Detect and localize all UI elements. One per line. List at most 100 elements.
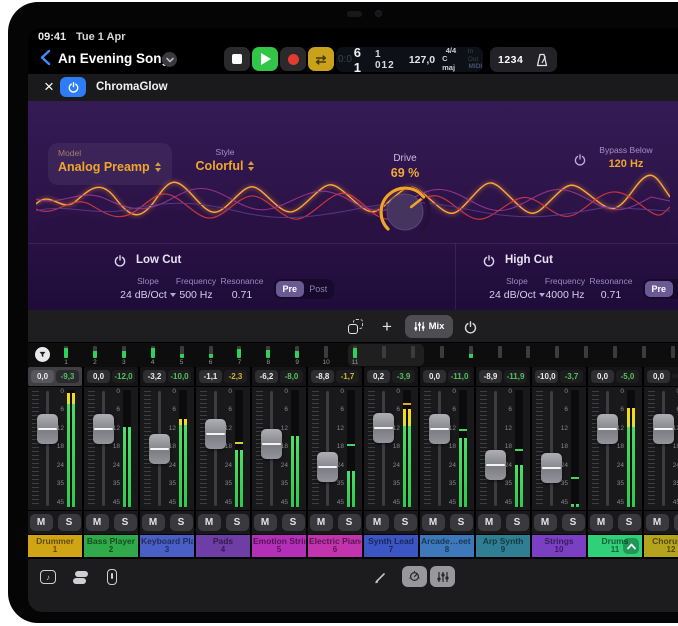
overview-meter[interactable] [523,345,533,367]
overview-meter[interactable]: 2 [90,345,100,367]
lcd-display[interactable]: 0:08 6 1 1 012 127,0 4/4 C maj In Out MI… [336,47,483,72]
mute-button[interactable]: M [310,514,333,531]
track-name-block[interactable]: Arcade…eet Pad8 [420,535,474,557]
volume-value[interactable]: -1,1 [199,370,222,383]
solo-button[interactable]: S [282,514,305,531]
mixer-power-button[interactable] [457,316,483,338]
style-selector[interactable]: Style Colorful [180,147,270,173]
edit-button[interactable] [370,566,390,588]
peak-value[interactable]: -8,0 [280,370,303,383]
peak-value[interactable]: -9,3 [56,370,79,383]
track-name-block[interactable]: Strings10 [532,535,586,557]
track-name-block[interactable]: Drums11 [588,535,642,557]
back-chevron-icon[interactable] [36,49,54,69]
track-name-block[interactable]: Keyboard Player3 [140,535,194,557]
track-name-block[interactable]: Emotion Strings5 [252,535,306,557]
peak-value[interactable]: -5,0 [616,370,639,383]
overview-meter[interactable] [668,345,678,367]
solo-button[interactable]: S [394,514,417,531]
mute-button[interactable]: M [534,514,557,531]
volume-value[interactable]: 0,0 [31,370,54,383]
low-cut-power-icon[interactable] [114,254,126,272]
solo-button[interactable]: S [114,514,137,531]
bypass-power-icon[interactable] [574,153,586,171]
high-cut-power-icon[interactable] [483,254,495,272]
overview-meter[interactable]: 8 [263,345,273,367]
project-title[interactable]: An Evening Song [58,51,170,66]
overview-meter[interactable] [408,345,418,367]
volume-value[interactable]: -6,2 [255,370,278,383]
pre-option[interactable]: Pre [276,281,304,297]
mute-button[interactable]: M [254,514,277,531]
peak-value[interactable]: -12,0 [112,370,135,383]
overview-meter[interactable]: 9 [292,345,302,367]
track-name-block[interactable]: Bass Player2 [84,535,138,557]
expand-stack-button[interactable] [623,538,639,554]
duplicate-button[interactable] [342,316,370,338]
peak-value[interactable]: -2,3 [224,370,247,383]
solo-button[interactable]: S [170,514,193,531]
cycle-button[interactable]: ⇄ [308,47,334,71]
record-button[interactable] [280,47,306,71]
track-name-block[interactable]: Pads4 [196,535,250,557]
mute-button[interactable]: M [478,514,501,531]
filter-button[interactable] [35,347,50,362]
solo-button[interactable]: S [506,514,529,531]
mix-view-button[interactable]: Mix [405,315,453,338]
volume-value[interactable]: -8,8 [311,370,334,383]
track-name-block[interactable]: Drummer1 [28,535,82,557]
overview-meter[interactable]: 7 [234,345,244,367]
peak-value[interactable]: -11,0 [448,370,471,383]
model-selector[interactable]: Model Analog Preamp [48,143,172,185]
volume-value[interactable]: 0,0 [87,370,110,383]
overview-meter[interactable] [379,345,389,367]
overview-meter[interactable]: 5 [177,345,187,367]
peak-value[interactable] [672,374,678,378]
mute-button[interactable]: M [198,514,221,531]
pre-option[interactable]: Pre [645,281,673,297]
level-control[interactable]: Level 0.0 [670,145,678,170]
smart-controls-button[interactable] [402,566,427,587]
overview-meter[interactable] [581,345,591,367]
overview-meter[interactable] [610,345,620,367]
mute-button[interactable]: M [366,514,389,531]
bypass-below-control[interactable]: Bypass Below 120 Hz [594,145,658,170]
solo-button[interactable]: S [450,514,473,531]
high-cut-pre-post-toggle[interactable]: Pre Post [643,279,678,299]
volume-value[interactable]: -8,9 [479,370,502,383]
mute-button[interactable]: M [142,514,165,531]
plugins-button[interactable] [100,566,124,588]
track-name-block[interactable]: Electric Piano6 [308,535,362,557]
peak-value[interactable]: -11,9 [504,370,527,383]
overview-meter[interactable]: 6 [206,345,216,367]
solo-button[interactable]: S [226,514,249,531]
mute-button[interactable]: M [646,514,669,531]
post-option[interactable]: Post [674,281,678,297]
peak-value[interactable]: -3,7 [560,370,583,383]
peak-value[interactable]: -10,0 [168,370,191,383]
mute-button[interactable]: M [422,514,445,531]
project-menu-chevron-icon[interactable] [162,52,177,67]
overview-meter[interactable]: 1 [61,345,71,367]
mute-button[interactable]: M [86,514,109,531]
volume-value[interactable]: 0,2 [367,370,390,383]
post-option[interactable]: Post [305,281,333,297]
volume-value[interactable]: 0,0 [591,370,614,383]
volume-value[interactable]: 0,0 [423,370,446,383]
track-name-block[interactable]: Synth Lead7 [364,535,418,557]
peak-value[interactable]: -3,9 [392,370,415,383]
track-name-block[interactable]: Arp Synth9 [476,535,530,557]
high-cut-resonance[interactable]: Resonance 0.71 [579,276,643,301]
track-name-block[interactable]: Chorus V12 [644,535,678,557]
overview-meter[interactable]: 3 [119,345,129,367]
overview-meter[interactable] [466,345,476,367]
low-cut-resonance[interactable]: Resonance 0.71 [210,276,274,301]
solo-button[interactable]: S [338,514,361,531]
overview-meter[interactable]: 4 [148,345,158,367]
mute-button[interactable]: M [590,514,613,531]
overview-meter[interactable]: 11 [350,345,360,367]
plugin-power-toggle[interactable] [60,77,86,97]
overview-meter[interactable] [639,345,649,367]
volume-value[interactable]: 0,0 [647,370,670,383]
solo-button[interactable]: S [58,514,81,531]
